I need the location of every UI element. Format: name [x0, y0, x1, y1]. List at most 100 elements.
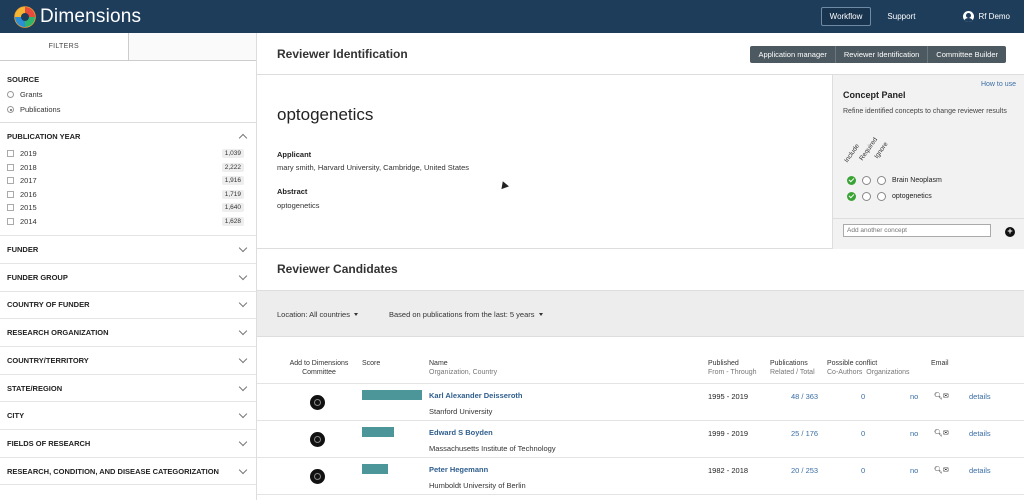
add-to-committee-button[interactable]: [310, 395, 325, 410]
organization-conflict-link[interactable]: no: [910, 466, 918, 475]
col-score[interactable]: Score: [362, 359, 380, 368]
year-item[interactable]: 2019 1,039: [0, 147, 256, 161]
chevron-down-icon[interactable]: [238, 437, 248, 447]
chevron-down-icon[interactable]: [238, 354, 248, 364]
workflow-button[interactable]: Workflow: [820, 7, 872, 26]
ignore-radio[interactable]: [877, 176, 886, 185]
details-link[interactable]: details: [969, 466, 991, 475]
facet-rcdc[interactable]: RESEARCH, CONDITION, AND DISEASE CATEGOR…: [0, 458, 256, 486]
logo[interactable]: Dimensions: [14, 6, 141, 28]
tab-filters[interactable]: FILTERS: [0, 33, 129, 61]
ignore-radio[interactable]: [877, 192, 886, 201]
candidate-years: 1999 - 2019: [708, 429, 749, 438]
year-item[interactable]: 2018 2,222: [0, 160, 256, 174]
source-heading: SOURCE: [7, 75, 40, 84]
coauthor-conflict: 0: [861, 392, 866, 401]
year-item[interactable]: 2014 1,628: [0, 215, 256, 229]
organization-conflict-link[interactable]: no: [910, 429, 918, 438]
year-checkbox[interactable]: [7, 163, 14, 171]
facet-research-organization[interactable]: RESEARCH ORGANIZATION: [0, 319, 256, 347]
facet-label: COUNTRY OF FUNDER: [7, 300, 90, 310]
concept-row: Brain Neoplasm: [847, 176, 942, 185]
col-published[interactable]: Published From - Through: [708, 359, 757, 377]
chevron-down-icon[interactable]: [238, 382, 248, 391]
user-name: Rf Demo: [978, 12, 1010, 21]
chevron-down-icon[interactable]: [238, 409, 248, 419]
required-radio[interactable]: [862, 176, 871, 185]
facet-country-territory[interactable]: COUNTRY/TERRITORY: [0, 347, 256, 375]
score-bar: [362, 464, 388, 474]
email-search-icon[interactable]: 🔍︎✉: [934, 392, 949, 400]
add-concept-input[interactable]: [843, 224, 991, 237]
year-item[interactable]: 2016 1,719: [0, 187, 256, 201]
location-filter-label: Location: All countries: [277, 310, 350, 319]
candidate-publications-link[interactable]: 48 / 363: [791, 392, 818, 401]
required-radio[interactable]: [862, 192, 871, 201]
table-row: Karl Alexander Deisseroth Stanford Unive…: [257, 383, 1024, 420]
year-label: 2017: [20, 176, 37, 186]
committee-builder-button[interactable]: Committee Builder: [927, 46, 1006, 63]
col-name[interactable]: Name Organization, Country: [429, 359, 497, 377]
query-title: optogenetics: [277, 105, 374, 124]
facet-funder-group[interactable]: FUNDER GROUP: [0, 264, 256, 292]
mouse-cursor-icon: [499, 179, 509, 190]
organization-conflict-link[interactable]: no: [910, 392, 918, 401]
col-publications[interactable]: Publications Related / Total: [770, 359, 815, 377]
location-filter[interactable]: Location: All countries: [277, 310, 358, 319]
user-icon: [963, 11, 975, 22]
facet-city[interactable]: CITY: [0, 402, 256, 431]
concept-row: optogenetics: [847, 192, 932, 201]
year-checkbox[interactable]: [7, 177, 14, 185]
candidate-name-link[interactable]: Edward S Boyden: [429, 428, 493, 437]
details-link[interactable]: details: [969, 392, 991, 401]
how-to-use-link[interactable]: How to use: [981, 81, 1016, 88]
score-bar: [362, 390, 422, 400]
include-check-icon[interactable]: [847, 192, 856, 201]
chevron-down-icon[interactable]: [238, 243, 248, 253]
concept-panel: How to use Concept Panel Refine identifi…: [832, 75, 1024, 249]
radio-publications[interactable]: [7, 106, 14, 113]
facet-country-of-funder[interactable]: COUNTRY OF FUNDER: [0, 292, 256, 320]
year-item[interactable]: 2015 1,640: [0, 201, 256, 215]
year-checkbox[interactable]: [7, 204, 14, 212]
candidate-publications-link[interactable]: 20 / 253: [791, 466, 818, 475]
chevron-up-icon[interactable]: [238, 134, 248, 143]
chevron-down-icon[interactable]: [238, 271, 248, 281]
support-link[interactable]: Support: [887, 12, 915, 21]
user-menu[interactable]: Rf Demo: [963, 11, 1010, 22]
chevron-down-icon[interactable]: [238, 326, 248, 336]
facet-state-region[interactable]: STATE/REGION: [0, 375, 256, 403]
source-option-grants[interactable]: Grants: [7, 90, 256, 99]
email-search-icon[interactable]: 🔍︎✉: [934, 429, 949, 437]
details-link[interactable]: details: [969, 429, 991, 438]
radio-grants[interactable]: [7, 91, 14, 98]
main-content: Reviewer Identification Application mana…: [257, 33, 1024, 500]
add-to-committee-button[interactable]: [310, 469, 325, 484]
time-filter[interactable]: Based on publications from the last: 5 y…: [389, 310, 543, 319]
add-concept-plus-icon[interactable]: +: [1005, 227, 1015, 237]
concept-label: Brain Neoplasm: [892, 177, 942, 184]
chevron-down-icon[interactable]: [238, 465, 248, 474]
col-published-sub: From - Through: [708, 369, 757, 376]
reviewer-identification-button[interactable]: Reviewer Identification: [834, 46, 927, 63]
include-check-icon[interactable]: [847, 176, 856, 185]
col-add: Add to Dimensions Committee: [285, 359, 353, 377]
candidate-publications-link[interactable]: 25 / 176: [791, 429, 818, 438]
year-checkbox[interactable]: [7, 217, 14, 225]
year-checkbox[interactable]: [7, 149, 14, 157]
caret-down-icon: [538, 313, 543, 316]
tab-secondary[interactable]: [128, 33, 256, 61]
facet-funder[interactable]: FUNDER: [0, 236, 256, 264]
year-item[interactable]: 2017 1,916: [0, 174, 256, 188]
page-title: Reviewer Identification: [277, 46, 408, 61]
email-search-icon[interactable]: 🔍︎✉: [934, 466, 949, 474]
candidate-name-link[interactable]: Peter Hegemann: [429, 465, 488, 474]
workflow-button-group: Application manager Reviewer Identificat…: [750, 46, 1006, 63]
chevron-down-icon[interactable]: [238, 299, 248, 308]
facet-fields-of-research[interactable]: FIELDS OF RESEARCH: [0, 430, 256, 458]
year-checkbox[interactable]: [7, 190, 14, 198]
add-to-committee-button[interactable]: [310, 432, 325, 447]
source-option-publications[interactable]: Publications: [7, 105, 256, 114]
candidate-name-link[interactable]: Karl Alexander Deisseroth: [429, 391, 523, 400]
application-manager-button[interactable]: Application manager: [750, 46, 834, 63]
